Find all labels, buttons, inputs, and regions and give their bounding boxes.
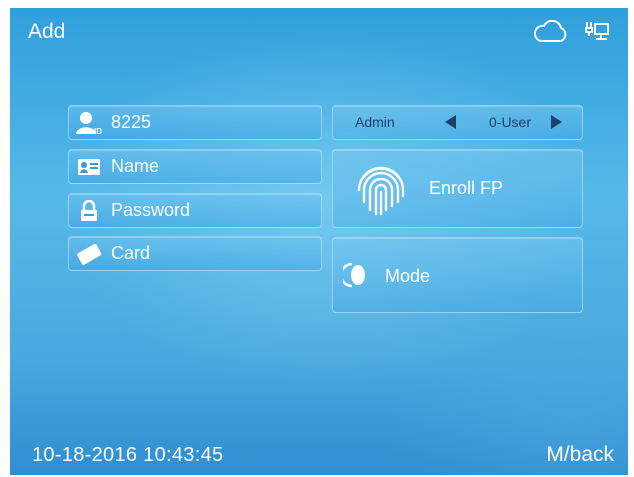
role-label: Admin — [355, 114, 395, 130]
mode-button[interactable]: Mode — [332, 237, 583, 313]
cloud-icon — [532, 20, 570, 44]
enroll-fp-label: Enroll FP — [429, 178, 504, 198]
name-card-icon — [69, 158, 109, 176]
enroll-fp-button[interactable]: Enroll FP — [332, 149, 583, 228]
name-label: Name — [111, 156, 160, 176]
arrow-left-icon[interactable] — [445, 115, 456, 129]
user-id-icon: ID — [69, 111, 109, 135]
mode-icon — [339, 262, 369, 293]
card-icon — [69, 243, 109, 265]
arrow-right-icon[interactable] — [551, 115, 562, 129]
password-label: Password — [111, 200, 191, 220]
role-selector[interactable]: Admin 0-User — [332, 105, 583, 140]
fingerprint-icon — [353, 162, 409, 221]
network-icon — [584, 20, 610, 44]
mode-label: Mode — [385, 266, 431, 286]
device-screen: Add ID 8225 Name Password Card Admin 0-U… — [10, 8, 628, 475]
password-field[interactable]: Password — [68, 193, 322, 228]
back-button[interactable]: M/back — [546, 443, 614, 467]
status-icons — [532, 20, 610, 44]
page-title: Add — [28, 20, 66, 43]
lock-icon — [69, 199, 109, 222]
datetime: 10-18-2016 10:43:45 — [32, 444, 224, 466]
user-id-value: 8225 — [111, 112, 152, 132]
card-field[interactable]: Card — [68, 236, 322, 271]
user-id-field[interactable]: ID 8225 — [68, 105, 322, 140]
name-field[interactable]: Name — [68, 149, 322, 184]
role-value: 0-User — [489, 114, 532, 130]
svg-text:ID: ID — [94, 127, 102, 135]
card-label: Card — [111, 243, 151, 263]
